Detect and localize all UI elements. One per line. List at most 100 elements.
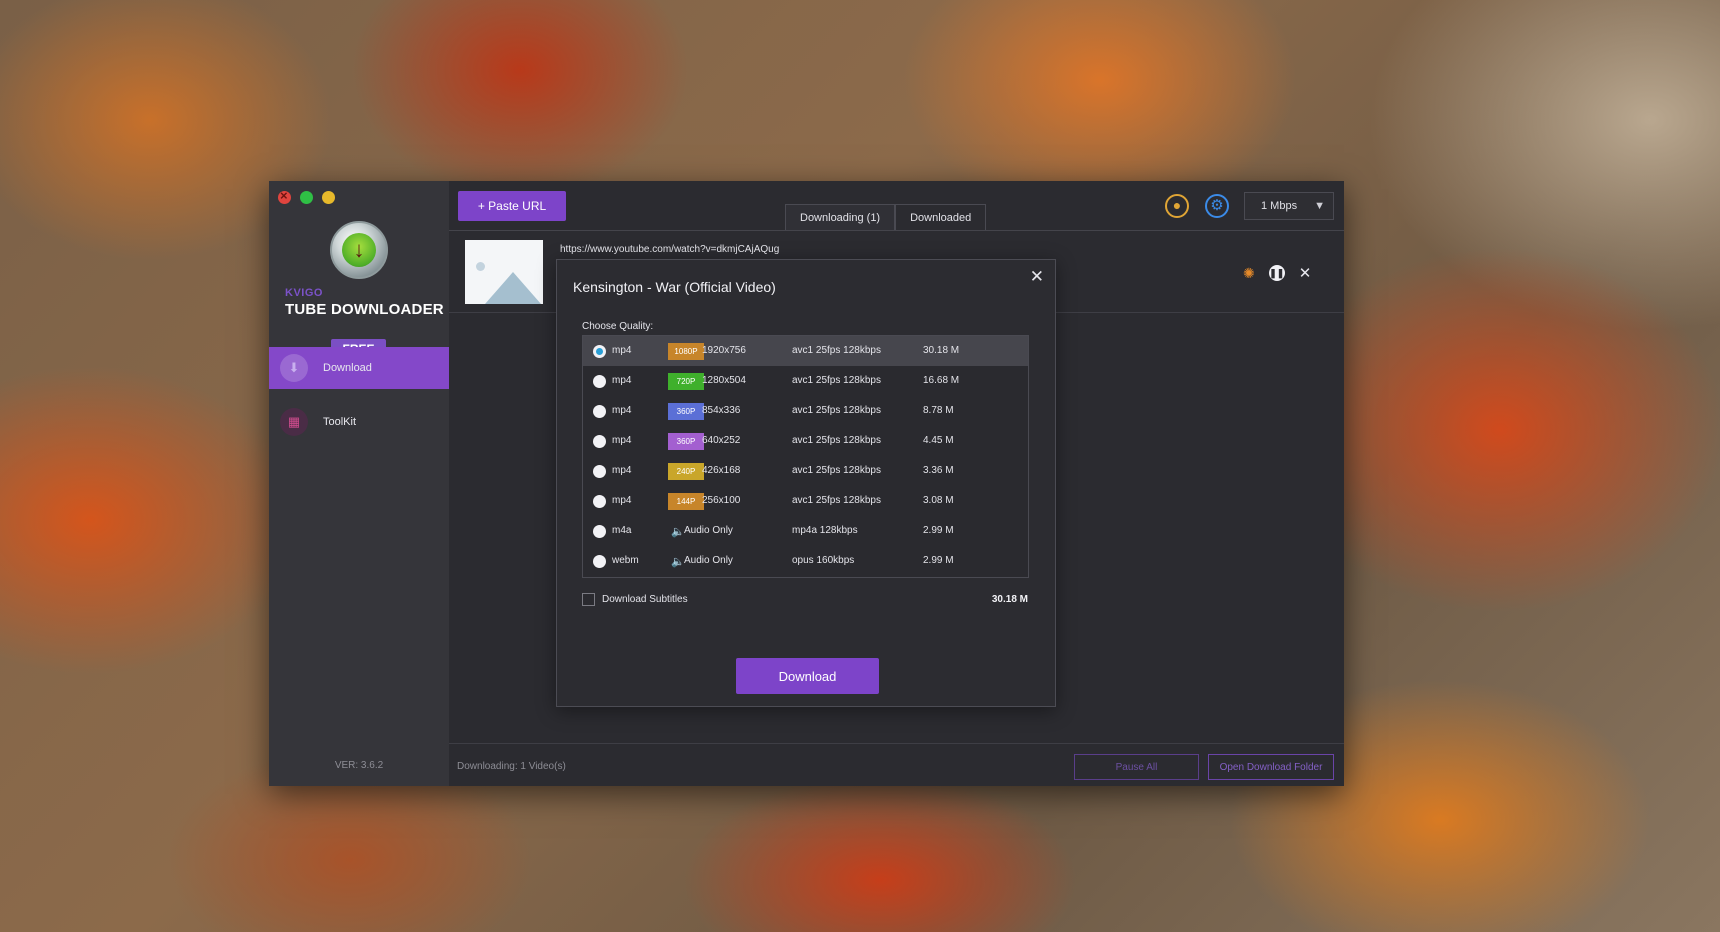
quality-option[interactable]: mp4 240P 426x168 avc1 25fps 128kbps 3.36… [583,456,1028,486]
sidebar-item-toolkit[interactable]: ▦ ToolKit [269,401,449,443]
quality-radio[interactable] [593,525,606,538]
image-placeholder-icon [476,262,485,271]
gear-icon[interactable]: ⚙ [1205,194,1229,218]
format-label: mp4 [612,375,632,386]
format-label: webm [612,555,639,566]
user-icon[interactable]: ● [1165,194,1189,218]
resolution-badge: 240P [668,463,704,480]
speed-limit-select[interactable]: 1 Mbps ▼ [1244,192,1334,220]
quality-radio[interactable] [593,495,606,508]
codec-label: avc1 25fps 128kbps [792,375,881,386]
total-size: 30.18 M [991,594,1028,605]
format-label: m4a [612,525,632,536]
resolution-badge: 720P [668,373,704,390]
quality-radio[interactable] [593,405,606,418]
codec-label: opus 160kbps [792,555,855,566]
maximize-window-button[interactable] [300,191,313,204]
format-label: mp4 [612,495,632,506]
divider [449,230,1344,231]
chevron-down-icon: ▼ [1314,200,1325,212]
size-label: 4.45 M [923,435,954,446]
speaker-icon: 🔈 [671,556,685,568]
codec-label: mp4a 128kbps [792,525,858,536]
version-label: VER: 3.6.2 [334,760,384,771]
size-label: 2.99 M [923,525,954,536]
sidebar: ↓ KVIGO TUBE DOWNLOADER FREE ⬇ Download … [269,181,449,786]
quality-radio[interactable] [593,555,606,568]
size-label: 3.08 M [923,495,954,506]
app-logo: ↓ [330,221,388,279]
image-placeholder-mountain [485,272,541,304]
quality-option[interactable]: mp4 1080P 1920x756 avc1 25fps 128kbps 30… [583,336,1028,366]
download-arrow-icon: ↓ [342,233,376,267]
quality-radio[interactable] [593,465,606,478]
tab-downloading[interactable]: Downloading (1) [785,204,896,231]
size-label: 16.68 M [923,375,960,386]
download-subtitles-checkbox[interactable] [582,593,595,606]
resolution-badge: 360P [668,403,704,420]
quality-option[interactable]: mp4 360P 640x252 avc1 25fps 128kbps 4.45… [583,426,1028,456]
resolution-label: 1280x504 [702,375,746,386]
video-thumbnail [465,240,543,304]
choose-quality-label: Choose Quality: [582,321,654,332]
sidebar-item-download[interactable]: ⬇ Download [269,347,449,389]
resolution-label: 854x336 [702,405,741,416]
minimize-window-button[interactable] [322,191,335,204]
tab-downloaded[interactable]: Downloaded [895,204,987,231]
quality-option[interactable]: webm 🔈 Audio Only opus 160kbps 2.99 M [583,546,1028,576]
speed-limit-value: 1 Mbps [1261,200,1298,212]
main-panel: + Paste URL Downloading (1) Downloaded ●… [449,181,1344,786]
resolution-label: 1920x756 [702,345,746,356]
close-window-button[interactable] [278,188,291,204]
download-status: Downloading: 1 Video(s) [457,761,566,772]
resolution-label: 426x168 [702,465,741,476]
quality-radio[interactable] [593,435,606,448]
download-icon: ⬇ [280,354,308,382]
quality-radio[interactable] [593,375,606,388]
divider [449,743,1344,744]
codec-label: avc1 25fps 128kbps [792,435,881,446]
format-label: mp4 [612,435,632,446]
pause-icon[interactable]: ❚❚ [1268,265,1285,281]
quality-option[interactable]: mp4 720P 1280x504 avc1 25fps 128kbps 16.… [583,366,1028,396]
resolution-label: 640x252 [702,435,741,446]
codec-label: avc1 25fps 128kbps [792,405,881,416]
codec-label: avc1 25fps 128kbps [792,495,881,506]
format-label: mp4 [612,465,632,476]
quality-option[interactable]: mp4 360P 854x336 avc1 25fps 128kbps 8.78… [583,396,1028,426]
pause-all-button[interactable]: Pause All [1074,754,1199,780]
resolution-label: Audio Only [684,555,733,566]
window-controls [278,188,335,204]
resolution-label: Audio Only [684,525,733,536]
paste-url-button[interactable]: + Paste URL [458,191,566,221]
quality-option[interactable]: mp4 144P 256x100 avc1 25fps 128kbps 3.08… [583,486,1028,516]
video-title: Kensington - War (Official Video) [573,279,776,295]
dialog-close-icon[interactable]: ✕ [1030,267,1044,287]
brand-name: TUBE DOWNLOADER [285,301,444,318]
resolution-badge: 144P [668,493,704,510]
app-window: ↓ KVIGO TUBE DOWNLOADER FREE ⬇ Download … [269,181,1344,786]
grid-icon: ▦ [280,408,308,436]
size-label: 2.99 M [923,555,954,566]
open-download-folder-button[interactable]: Open Download Folder [1208,754,1334,780]
quality-list: mp4 1080P 1920x756 avc1 25fps 128kbps 30… [582,335,1029,578]
resolution-badge: 1080P [668,343,704,360]
format-label: mp4 [612,345,632,356]
loading-spinner-icon: ✺ [1243,264,1255,281]
resolution-label: 256x100 [702,495,741,506]
speaker-icon: 🔈 [671,526,685,538]
download-subtitles-label[interactable]: Download Subtitles [602,594,688,605]
brand-small-label: KVIGO [285,287,323,299]
codec-label: avc1 25fps 128kbps [792,345,881,356]
tab-bar: Downloading (1) Downloaded [785,204,987,231]
download-button[interactable]: Download [736,658,879,694]
download-item-controls: ✺ ❚❚ ✕ [1243,264,1312,283]
sidebar-item-label: ToolKit [323,416,357,428]
quality-radio[interactable] [593,345,606,358]
quality-option[interactable]: m4a 🔈 Audio Only mp4a 128kbps 2.99 M [583,516,1028,546]
quality-dialog: Kensington - War (Official Video) ✕ Choo… [556,259,1056,707]
codec-label: avc1 25fps 128kbps [792,465,881,476]
close-icon[interactable]: ✕ [1299,264,1312,282]
video-url: https://www.youtube.com/watch?v=dkmjCAjA… [560,244,780,255]
size-label: 3.36 M [923,465,954,476]
